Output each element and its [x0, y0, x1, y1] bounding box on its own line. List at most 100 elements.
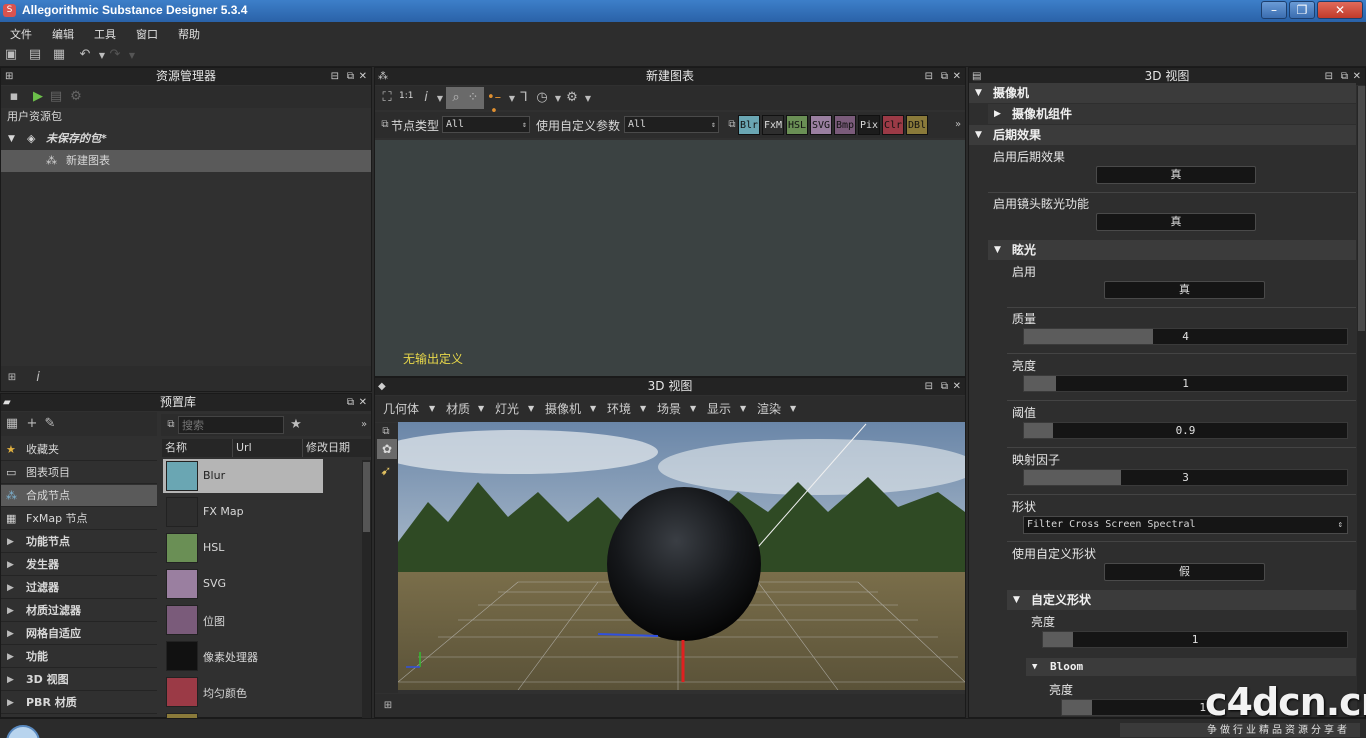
section-bloom[interactable]: ▼ Bloom [1026, 658, 1356, 676]
tree-icon[interactable]: ⊞ [381, 699, 395, 713]
minimize-button[interactable]: – [1261, 1, 1287, 19]
dropdown-icon[interactable]: ▼ [528, 404, 534, 413]
chip-bitmap[interactable]: Bmp [834, 115, 856, 135]
float-icon[interactable]: ⧉ [941, 68, 948, 85]
pin-icon[interactable]: ⊟ [925, 68, 933, 85]
redo-icon[interactable]: ↷ [108, 48, 122, 62]
timer-icon[interactable]: ◷ [535, 91, 549, 105]
menu3d-camera[interactable]: 摄像机 [545, 400, 581, 417]
dropdown-icon[interactable]: ▼ [590, 404, 596, 413]
chip-color[interactable]: Clr [882, 115, 904, 135]
pointer-icon[interactable]: ➹ [379, 465, 393, 479]
library-item[interactable] [163, 711, 323, 718]
quality-slider[interactable]: 4 [1023, 328, 1348, 345]
gear-icon[interactable]: ⚙ [565, 91, 579, 105]
external-link-icon[interactable]: ⧉ [378, 118, 392, 132]
properties-scrollbar[interactable] [1357, 86, 1366, 716]
column-name[interactable]: 名称 [165, 439, 187, 457]
menu-file[interactable]: 文件 [10, 26, 32, 42]
chip-pixel[interactable]: Pix [858, 115, 880, 135]
library-scrollbar[interactable] [362, 460, 371, 718]
menu-edit[interactable]: 编辑 [52, 26, 74, 42]
tree-icon[interactable]: ⊞ [5, 371, 19, 385]
expand-icon[interactable]: ▶ [7, 600, 14, 622]
info-icon[interactable]: i [31, 371, 45, 385]
menu3d-render[interactable]: 渲染 [757, 400, 781, 417]
close-button[interactable]: ✕ [1317, 1, 1363, 19]
float-icon[interactable]: ⧉ [941, 378, 948, 395]
add-icon[interactable]: + [25, 417, 39, 431]
section-glare[interactable]: ▼ 眩光 [988, 240, 1356, 260]
menu-tools[interactable]: 工具 [94, 26, 116, 42]
expand-icon[interactable]: ▶ [7, 623, 14, 645]
section-custom-shape[interactable]: ▼ 自定义形状 [1007, 590, 1356, 610]
threshold-slider[interactable]: 0.9 [1023, 422, 1348, 439]
category-mesh-adaptive[interactable]: ▶ 网格自适应 [1, 623, 157, 645]
enable-toggle[interactable]: 真 [1104, 281, 1265, 299]
collapse-icon[interactable]: ▼ [1013, 590, 1020, 610]
collapse-icon[interactable]: ▼ [975, 125, 982, 145]
route-icon[interactable]: ⅂ [517, 91, 531, 105]
select-tool-icon[interactable]: ⌕ [449, 91, 463, 105]
library-item[interactable]: 像素处理器 [163, 639, 323, 673]
maximize-button[interactable]: ❐ [1289, 1, 1315, 19]
enable-post-toggle[interactable]: 真 [1096, 166, 1256, 184]
category-functions[interactable]: ▶ 功能 [1, 646, 157, 668]
dropdown-icon[interactable]: ▼ [690, 404, 696, 413]
expand-icon[interactable]: ▶ [7, 669, 14, 691]
dropdown-icon[interactable]: ▼ [478, 404, 484, 413]
open-icon[interactable]: ▤ [28, 48, 42, 62]
chip-dir-blur[interactable]: DBl [906, 115, 928, 135]
close-icon[interactable]: ✕ [359, 68, 367, 85]
float-icon[interactable]: ⧉ [347, 68, 354, 85]
library-item[interactable]: HSL [163, 531, 323, 565]
float-icon[interactable]: ⧉ [347, 394, 354, 411]
column-url[interactable]: Url [232, 439, 252, 457]
category-material-filters[interactable]: ▶ 材质过滤器 [1, 600, 157, 622]
undo-icon[interactable]: ↶ [78, 48, 92, 62]
category-filters[interactable]: ▶ 过滤器 [1, 577, 157, 599]
category-favorites[interactable]: ★ 收藏夹 [1, 439, 157, 461]
camera-tool-icon[interactable]: ✿ [377, 439, 397, 459]
chip-blur[interactable]: Blr [738, 115, 760, 135]
link-tool-icon[interactable]: ⁘ [466, 91, 480, 105]
external-link-icon[interactable]: ⧉ [725, 118, 739, 132]
chip-fxmap[interactable]: FxM [762, 115, 784, 135]
tool-group-selected[interactable]: ⌕ ⁘ [446, 87, 484, 109]
section-camera-components[interactable]: ▶ 摄像机组件 [988, 104, 1356, 124]
menu3d-environment[interactable]: 环境 [607, 400, 631, 417]
close-icon[interactable]: ✕ [953, 68, 961, 85]
connector-icon[interactable]: •–• [487, 91, 501, 119]
expand-icon[interactable]: ▶ [7, 646, 14, 668]
save-icon[interactable]: ▪ [7, 90, 21, 104]
menu3d-scene[interactable]: 场景 [657, 400, 681, 417]
favorite-star-icon[interactable]: ★ [289, 418, 303, 432]
pin-icon[interactable]: ⊟ [925, 378, 933, 395]
info-icon[interactable]: i [419, 91, 433, 105]
reflect-slider[interactable]: 3 [1023, 469, 1348, 486]
more-icon[interactable]: » [357, 418, 371, 432]
expand-icon[interactable]: ▼ [8, 128, 15, 150]
scrollbar-thumb[interactable] [1358, 86, 1365, 331]
collapse-icon[interactable]: ▼ [1032, 658, 1037, 676]
dropdown-icon[interactable]: ▼ [740, 404, 746, 413]
library-icon[interactable]: ▦ [5, 417, 19, 431]
dropdown-icon[interactable]: ▼ [581, 92, 595, 106]
save-icon[interactable]: ▦ [52, 48, 66, 62]
zoom-label[interactable]: 1:1 [399, 91, 413, 101]
pin-icon[interactable]: ⊟ [331, 68, 339, 85]
custom-params-select[interactable]: All ⇕ [624, 116, 719, 133]
dropdown-icon[interactable]: ▼ [429, 404, 435, 413]
section-post-effects[interactable]: ▼ 后期效果 [969, 125, 1356, 145]
redo-dropdown-icon[interactable]: ▼ [125, 49, 139, 63]
dropdown-icon[interactable]: ▼ [433, 92, 447, 106]
edit-icon[interactable]: ✎ [43, 417, 57, 431]
category-composite-nodes[interactable]: ⁂ 合成节点 [1, 485, 157, 507]
library-item[interactable]: Blur [163, 459, 323, 493]
external-link-icon[interactable]: ⧉ [164, 418, 178, 432]
expand-icon[interactable]: ▶ [994, 104, 1001, 124]
undo-dropdown-icon[interactable]: ▼ [95, 49, 109, 63]
library-item[interactable]: SVG [163, 567, 323, 601]
custom-brightness-slider[interactable]: 1 [1042, 631, 1348, 648]
library-item[interactable]: 均匀颜色 [163, 675, 323, 709]
